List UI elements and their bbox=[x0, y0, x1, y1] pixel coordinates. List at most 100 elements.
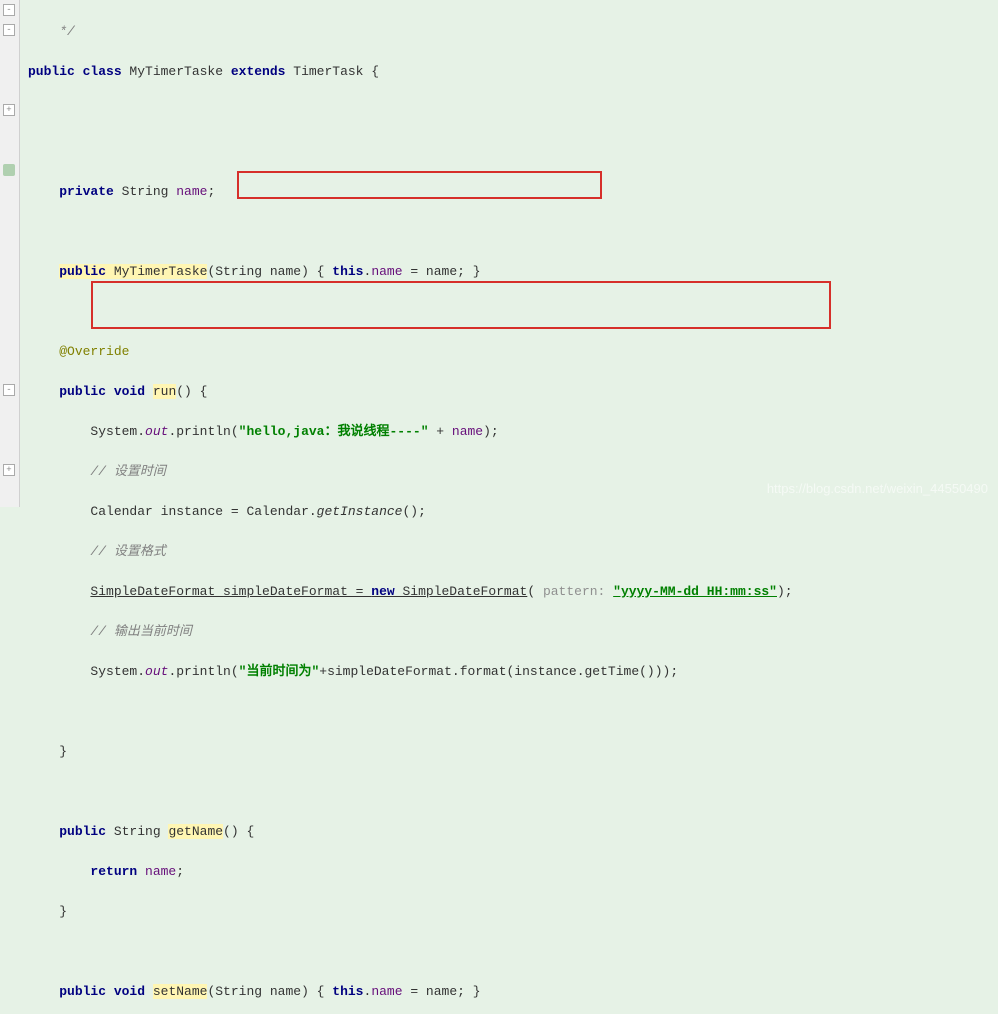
kw: return bbox=[90, 864, 145, 879]
type: SimpleDateFormat bbox=[90, 584, 223, 599]
code-line: return name; bbox=[28, 862, 998, 882]
code-line bbox=[28, 102, 998, 122]
code-line: private String name; bbox=[28, 182, 998, 202]
code-line: public String getName() { bbox=[28, 822, 998, 842]
brace: } bbox=[28, 904, 67, 919]
string: "yyyy-MM-dd HH:mm:ss" bbox=[613, 584, 777, 599]
fold-icon[interactable]: - bbox=[3, 4, 15, 16]
params: (String name) { bbox=[207, 264, 332, 279]
code-line: public void run() { bbox=[28, 382, 998, 402]
plus: + bbox=[429, 424, 452, 439]
code-line: */ bbox=[28, 22, 998, 42]
string: "hello,java：我说线程----" bbox=[239, 424, 429, 439]
code-line: Calendar instance = Calendar.getInstance… bbox=[28, 502, 998, 522]
comment: // 输出当前时间 bbox=[28, 624, 192, 639]
method-name: setName bbox=[153, 984, 208, 999]
fold-icon[interactable]: + bbox=[3, 104, 15, 116]
comment: // 设置格式 bbox=[28, 544, 166, 559]
code-line: public void setName(String name) { this.… bbox=[28, 982, 998, 1002]
indent bbox=[28, 584, 90, 599]
kw: public bbox=[59, 984, 114, 999]
supertype: TimerTask bbox=[293, 64, 363, 79]
comment: */ bbox=[59, 24, 75, 39]
params: (String name) { bbox=[207, 984, 332, 999]
open: ( bbox=[527, 584, 535, 599]
rest: () { bbox=[176, 384, 207, 399]
indent bbox=[28, 424, 90, 439]
out: out bbox=[145, 424, 168, 439]
code-line bbox=[28, 782, 998, 802]
code-line: // 设置时间 bbox=[28, 462, 998, 482]
close: ); bbox=[777, 584, 793, 599]
method-name: getName bbox=[168, 824, 223, 839]
field: name bbox=[371, 984, 402, 999]
code-line bbox=[28, 142, 998, 162]
kw: new bbox=[371, 584, 402, 599]
field: name bbox=[145, 864, 176, 879]
indent bbox=[28, 864, 90, 879]
class-name: MyTimerTaske bbox=[129, 64, 223, 79]
assign: = name; } bbox=[403, 984, 481, 999]
span bbox=[28, 24, 59, 39]
editor-gutter: - - + - + bbox=[0, 0, 20, 507]
comment: // 设置时间 bbox=[28, 464, 166, 479]
indent bbox=[28, 504, 90, 519]
type: String bbox=[114, 824, 169, 839]
indent bbox=[28, 664, 90, 679]
fold-icon[interactable]: + bbox=[3, 464, 15, 476]
code-line: @Override bbox=[28, 342, 998, 362]
annotation: @Override bbox=[59, 344, 129, 359]
type: SimpleDateFormat bbox=[403, 584, 528, 599]
code-line bbox=[28, 302, 998, 322]
sys: System. bbox=[90, 664, 145, 679]
code-line: public MyTimerTaske(String name) { this.… bbox=[28, 262, 998, 282]
rest: () { bbox=[223, 824, 254, 839]
code-line: System.out.println("hello,java：我说线程----"… bbox=[28, 422, 998, 442]
code-editor[interactable]: */ public class MyTimerTaske extends Tim… bbox=[20, 0, 998, 1014]
type: String bbox=[122, 184, 177, 199]
brace: } bbox=[28, 744, 67, 759]
fold-icon[interactable]: - bbox=[3, 24, 15, 36]
semi: ; bbox=[207, 184, 215, 199]
assign: = name; } bbox=[403, 264, 481, 279]
code-line bbox=[28, 702, 998, 722]
dot: . bbox=[364, 984, 372, 999]
call: .println bbox=[168, 424, 230, 439]
semi: ; bbox=[176, 864, 184, 879]
var: instance = Calendar. bbox=[161, 504, 317, 519]
open: ( bbox=[231, 424, 239, 439]
kw: public bbox=[59, 824, 114, 839]
call: .println( bbox=[168, 664, 238, 679]
field: name bbox=[452, 424, 483, 439]
code-line: SimpleDateFormat simpleDateFormat = new … bbox=[28, 582, 998, 602]
rest: +simpleDateFormat.format(instance.getTim… bbox=[319, 664, 678, 679]
kw: public bbox=[59, 264, 114, 279]
method-name: run bbox=[153, 384, 176, 399]
ctor-name: MyTimerTaske bbox=[114, 264, 208, 279]
rest: (); bbox=[403, 504, 426, 519]
static-method: getInstance bbox=[317, 504, 403, 519]
kw: public bbox=[59, 384, 114, 399]
field: name bbox=[176, 184, 207, 199]
kw: void bbox=[114, 984, 153, 999]
fold-icon[interactable]: - bbox=[3, 384, 15, 396]
code-line: // 设置格式 bbox=[28, 542, 998, 562]
kw: private bbox=[59, 184, 121, 199]
code-line: public class MyTimerTaske extends TimerT… bbox=[28, 62, 998, 82]
brace: { bbox=[363, 64, 379, 79]
kw: public class bbox=[28, 64, 129, 79]
kw: extends bbox=[223, 64, 293, 79]
field: name bbox=[371, 264, 402, 279]
code-line: System.out.println("当前时间为"+simpleDateFor… bbox=[28, 662, 998, 682]
type: Calendar bbox=[90, 504, 160, 519]
kw: void bbox=[114, 384, 153, 399]
var: simpleDateFormat = bbox=[223, 584, 371, 599]
kw: this bbox=[332, 264, 363, 279]
code-line: } bbox=[28, 742, 998, 762]
close: ); bbox=[483, 424, 499, 439]
code-line: } bbox=[28, 902, 998, 922]
sys: System. bbox=[90, 424, 145, 439]
code-line bbox=[28, 942, 998, 962]
kw: this bbox=[332, 984, 363, 999]
override-icon[interactable] bbox=[3, 164, 15, 176]
